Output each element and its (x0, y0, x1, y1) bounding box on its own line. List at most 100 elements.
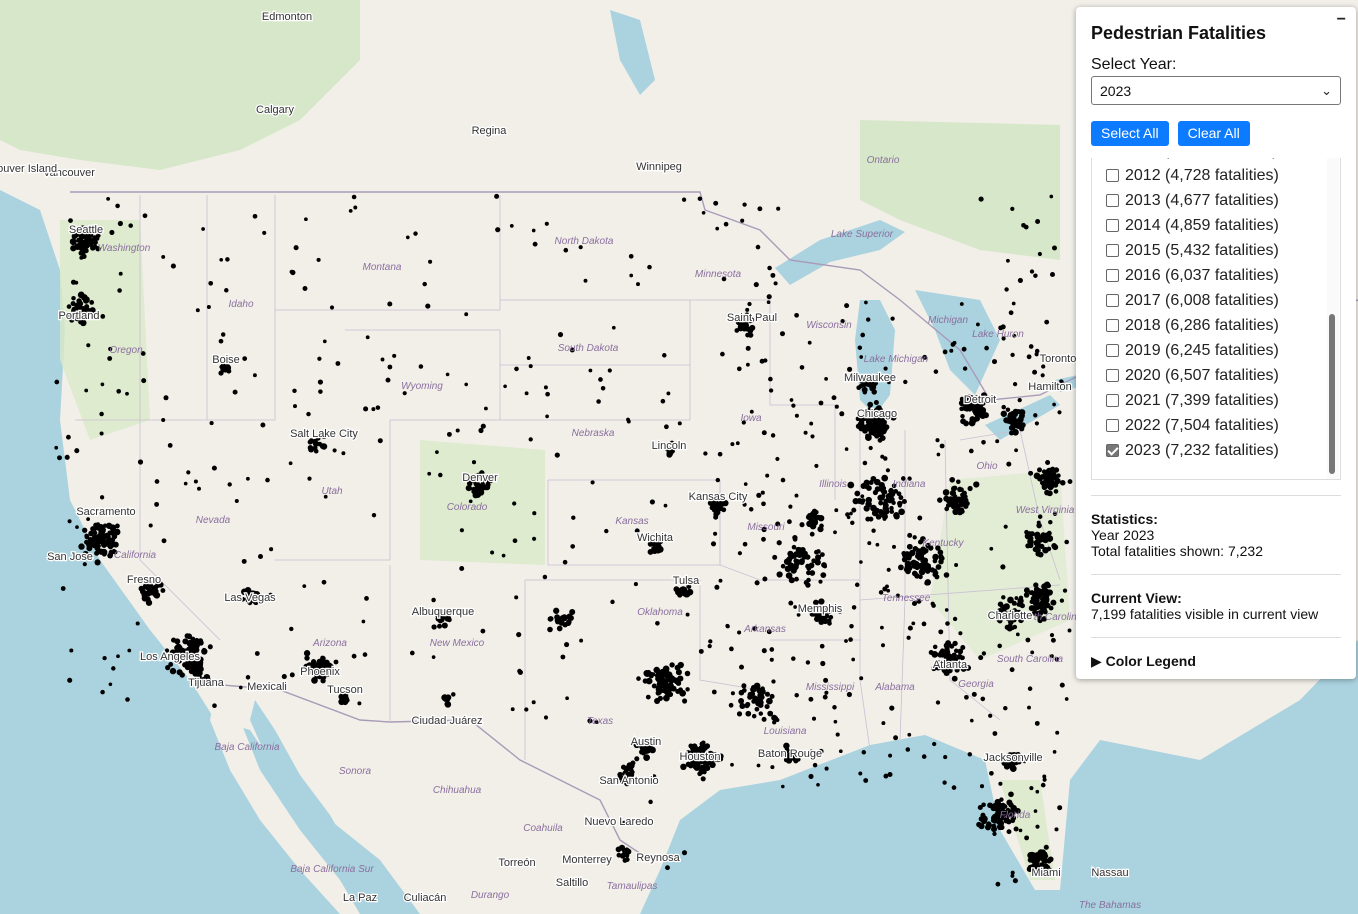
city-label: Reynosa (636, 852, 680, 864)
city-label: Boise (212, 354, 240, 366)
city-label: Seattle (69, 224, 103, 236)
year-checkbox[interactable] (1106, 344, 1119, 357)
region-label: Idaho (228, 299, 253, 310)
city-label: Salt Lake City (290, 428, 358, 440)
region-label: Lake Michigan (864, 354, 929, 365)
year-option[interactable]: 2022 (7,504 fatalities) (1092, 413, 1328, 438)
divider (1091, 574, 1341, 575)
year-checkbox[interactable] (1106, 394, 1119, 407)
year-checkbox[interactable] (1106, 294, 1119, 307)
region-label: South Dakota (558, 343, 619, 354)
region-label: Oregon (109, 345, 143, 356)
statistics-total: Total fatalities shown: 7,232 (1091, 543, 1263, 559)
city-label: San Jose (47, 551, 93, 563)
year-option[interactable]: 2015 (5,432 fatalities) (1092, 238, 1328, 263)
region-label: Ohio (976, 461, 998, 472)
year-option-label: 2015 (5,432 fatalities) (1125, 241, 1279, 259)
year-checkbox[interactable] (1106, 244, 1119, 257)
city-label: Nassau (1091, 867, 1128, 879)
region-label: Georgia (958, 679, 994, 690)
city-label: Torreón (498, 857, 535, 869)
year-checkbox[interactable] (1106, 369, 1119, 382)
city-label: La Paz (343, 892, 377, 904)
city-label: Charlotte (988, 610, 1033, 622)
color-legend-toggle[interactable]: ▶ Color Legend (1091, 653, 1341, 670)
year-checkbox[interactable] (1106, 194, 1119, 207)
year-checkbox[interactable] (1106, 169, 1119, 182)
region-label: Sonora (339, 766, 372, 777)
region-label: Michigan (928, 315, 968, 326)
divider (1091, 495, 1341, 496)
year-checkbox-list[interactable]: 2011 (4,502 fatalities) 2012 (4,728 fatal… (1091, 158, 1341, 480)
region-label: Missouri (747, 522, 785, 533)
region-label: Oklahoma (637, 607, 683, 618)
year-checkbox[interactable] (1106, 269, 1119, 282)
city-label: Baton Rouge (758, 748, 822, 760)
city-label: Miami (1031, 867, 1060, 879)
year-checkbox[interactable] (1106, 444, 1119, 457)
city-label: Wichita (637, 532, 674, 544)
select-all-button[interactable]: Select All (1091, 121, 1169, 146)
year-checkbox[interactable] (1106, 219, 1119, 232)
year-option[interactable]: 2020 (6,507 fatalities) (1092, 363, 1328, 388)
year-option[interactable]: 2018 (6,286 fatalities) (1092, 313, 1328, 338)
divider (1091, 637, 1341, 638)
year-option[interactable]: 2021 (7,399 fatalities) (1092, 388, 1328, 413)
region-label: Tamaulipas (607, 881, 658, 892)
region-label: Louisiana (764, 726, 807, 737)
year-select[interactable]: 2023 ⌄ (1091, 76, 1341, 105)
region-label: Chihuahua (433, 785, 482, 796)
city-label: Denver (462, 472, 498, 484)
city-label: Tulsa (673, 575, 700, 587)
city-label: Nuevo Laredo (584, 816, 653, 828)
city-label: Tucson (327, 684, 363, 696)
city-label: Regina (472, 125, 508, 137)
year-option[interactable]: 2016 (6,037 fatalities) (1092, 263, 1328, 288)
year-option[interactable]: 2014 (4,859 fatalities) (1092, 213, 1328, 238)
year-option[interactable]: 2017 (6,008 fatalities) (1092, 288, 1328, 313)
year-option-label: 2014 (4,859 fatalities) (1125, 216, 1279, 234)
year-option[interactable]: 2013 (4,677 fatalities) (1092, 188, 1328, 213)
region-label: Ontario (867, 155, 900, 166)
city-label: Kansas City (689, 491, 748, 503)
region-label: West Virginia (1016, 505, 1075, 516)
bulk-actions: Select All Clear All (1091, 121, 1341, 146)
region-label: Arizona (312, 638, 347, 649)
region-label: Minnesota (695, 269, 742, 280)
clear-all-button[interactable]: Clear All (1177, 121, 1250, 146)
year-option-label: 2018 (6,286 fatalities) (1125, 316, 1279, 334)
region-label: Coahuila (523, 823, 563, 834)
region-label: Iowa (740, 413, 762, 424)
region-label: Illinois (819, 479, 847, 490)
collapse-panel-button[interactable]: − (1337, 11, 1346, 29)
region-label: California (114, 550, 157, 561)
panel-title: Pedestrian Fatalities (1091, 23, 1267, 43)
city-label: Saint Paul (727, 312, 777, 324)
city-label: Portland (59, 310, 100, 322)
region-label: Nebraska (572, 428, 615, 439)
city-label: Culiacán (404, 892, 447, 904)
year-option-label: 2013 (4,677 fatalities) (1125, 191, 1279, 209)
year-list-scrollbar[interactable] (1327, 158, 1339, 479)
region-label: Mississippi (806, 682, 855, 693)
region-label: Utah (321, 486, 343, 497)
region-label: The Bahamas (1079, 900, 1141, 911)
region-label: Wyoming (401, 381, 443, 392)
region-label: Florida (1000, 810, 1031, 821)
city-label: Fresno (127, 574, 161, 586)
region-label: Washington (98, 243, 151, 254)
year-option[interactable]: 2019 (6,245 fatalities) (1092, 338, 1328, 363)
region-label: Arkansas (743, 624, 786, 635)
year-option[interactable]: 2012 (4,728 fatalities) (1092, 163, 1328, 188)
region-label: North Dakota (555, 236, 614, 247)
city-label: Austin (631, 736, 662, 748)
year-checkbox[interactable] (1106, 319, 1119, 332)
scrollbar-thumb[interactable] (1329, 314, 1335, 474)
year-option[interactable]: 2023 (7,232 fatalities) (1092, 438, 1328, 463)
region-label: Kansas (615, 516, 648, 527)
city-label: Saltillo (556, 877, 588, 889)
year-option-label: 2011 (4,502 fatalities) (1125, 158, 1278, 160)
city-label: Los Angeles (140, 651, 200, 663)
current-view-count: 7,199 fatalities visible in current view (1091, 606, 1319, 622)
year-checkbox[interactable] (1106, 419, 1119, 432)
